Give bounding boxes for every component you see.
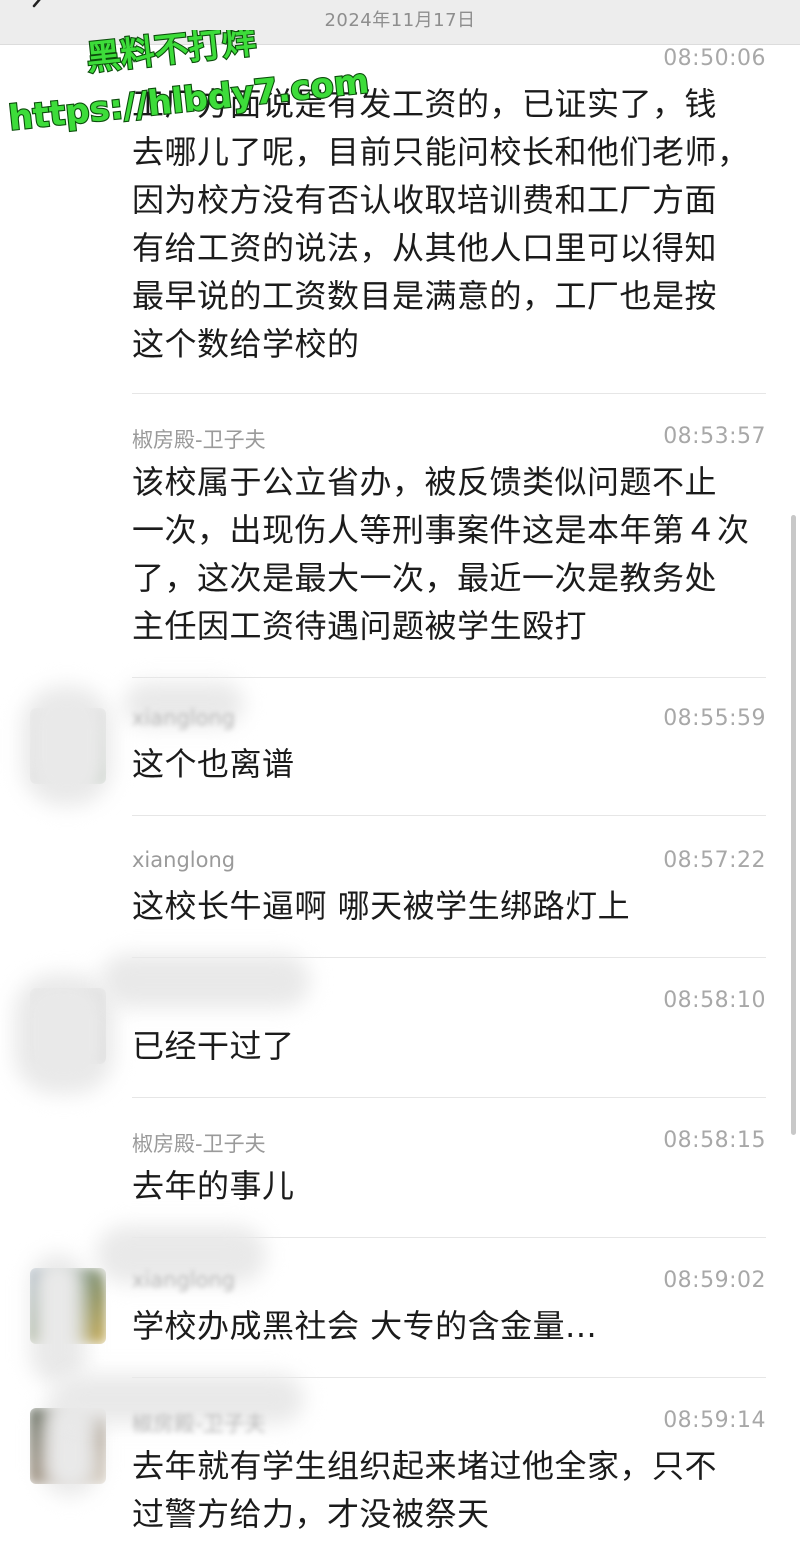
sender-name: 椒房殿-卫子夫 (132, 1412, 266, 1436)
message-text: 去年就有学生组织起来堵过他全家，只不 过警方给力，才没被祭天 (132, 1447, 718, 1533)
message-time: 08:55:59 (663, 706, 766, 731)
privacy-blur (14, 974, 114, 1094)
message-text: 这校长牛逼啊 哪天被学生绑路灯上 (132, 887, 631, 925)
sender-name: 椒房殿-卫子夫 (132, 428, 266, 452)
message-divider (132, 393, 766, 394)
message-time: 08:59:14 (663, 1408, 766, 1433)
message-text: 已经干过了 (132, 1027, 295, 1065)
privacy-blur (30, 1254, 86, 1384)
message-divider (132, 677, 766, 678)
sender-name: xianglong (132, 848, 236, 872)
sender-name: xianglong (132, 706, 236, 730)
message-text: 这个也离谱 (132, 745, 295, 783)
message-text: 工厂方面说是有发工资的，已证实了，钱 去哪儿了呢，目前只能问校长和他们老师， 因… (132, 85, 750, 363)
message-time: 08:58:15 (663, 1128, 766, 1153)
message-time: 08:57:22 (663, 848, 766, 873)
message-divider (132, 815, 766, 816)
message-text: 学校办成黑社会 大专的含金量... (132, 1307, 598, 1345)
sender-name: xianglong (132, 1268, 236, 1292)
message-time: 08:58:10 (663, 988, 766, 1013)
message-time: 08:53:57 (663, 424, 766, 449)
message-text: 去年的事儿 (132, 1167, 295, 1205)
message-divider (132, 1097, 766, 1098)
header-date: 2024年11月17日 (324, 10, 476, 31)
message-text: 该校属于公立省办，被反馈类似问题不止 一次，出现伤人等刑事案件这是本年第４次 了… (132, 463, 750, 645)
privacy-blur (22, 686, 112, 806)
sender-name: 椒房殿-卫子夫 (132, 1132, 266, 1156)
message-time: 08:50:06 (663, 46, 766, 71)
message-time: 08:59:02 (663, 1268, 766, 1293)
scrollbar[interactable] (791, 515, 796, 1135)
chat-header: 2024年11月17日 (0, 0, 800, 45)
